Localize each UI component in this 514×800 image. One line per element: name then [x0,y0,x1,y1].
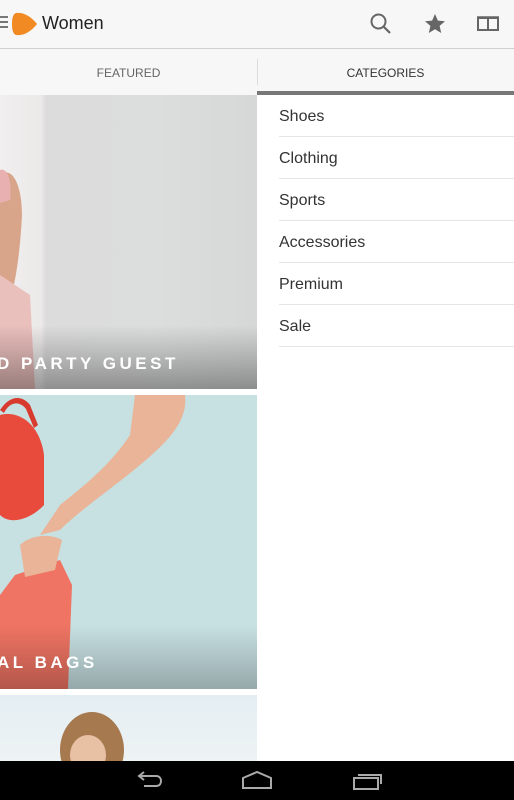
tab-featured[interactable]: FEATURED [0,49,257,95]
featured-card-label: D PARTY GUEST [0,354,179,373]
zalando-logo[interactable] [12,12,38,36]
tab-categories[interactable]: CATEGORIES [257,49,514,95]
featured-image-bags [0,395,257,689]
system-nav-bar [0,761,514,800]
featured-card-3[interactable] [0,695,257,761]
featured-image-3 [60,712,124,761]
category-item-accessories[interactable]: Accessories [279,221,514,263]
back-icon[interactable] [132,769,164,791]
search-icon[interactable] [369,12,393,36]
book-icon[interactable] [476,12,500,36]
category-item-sale[interactable]: Sale [279,305,514,347]
recent-apps-icon[interactable] [352,769,384,791]
star-icon[interactable] [423,12,447,36]
category-item-shoes[interactable]: Shoes [279,95,514,137]
action-bar: Women [0,0,514,49]
home-icon[interactable] [241,769,273,791]
category-list: Shoes Clothing Sports Accessories Premiu… [279,95,514,347]
featured-card-party-guest[interactable]: D PARTY GUEST [0,95,257,389]
page-title: Women [42,13,104,33]
category-item-sports[interactable]: Sports [279,179,514,221]
featured-card-label: AL BAGS [0,653,98,672]
featured-card-bags[interactable]: AL BAGS [0,395,257,689]
featured-image-party-guest [0,169,257,389]
category-item-clothing[interactable]: Clothing [279,137,514,179]
menu-icon[interactable] [0,16,8,30]
tab-bar: FEATURED CATEGORIES [0,49,514,95]
category-item-premium[interactable]: Premium [279,263,514,305]
featured-list[interactable]: D PARTY GUEST AL BAGS [0,95,257,761]
